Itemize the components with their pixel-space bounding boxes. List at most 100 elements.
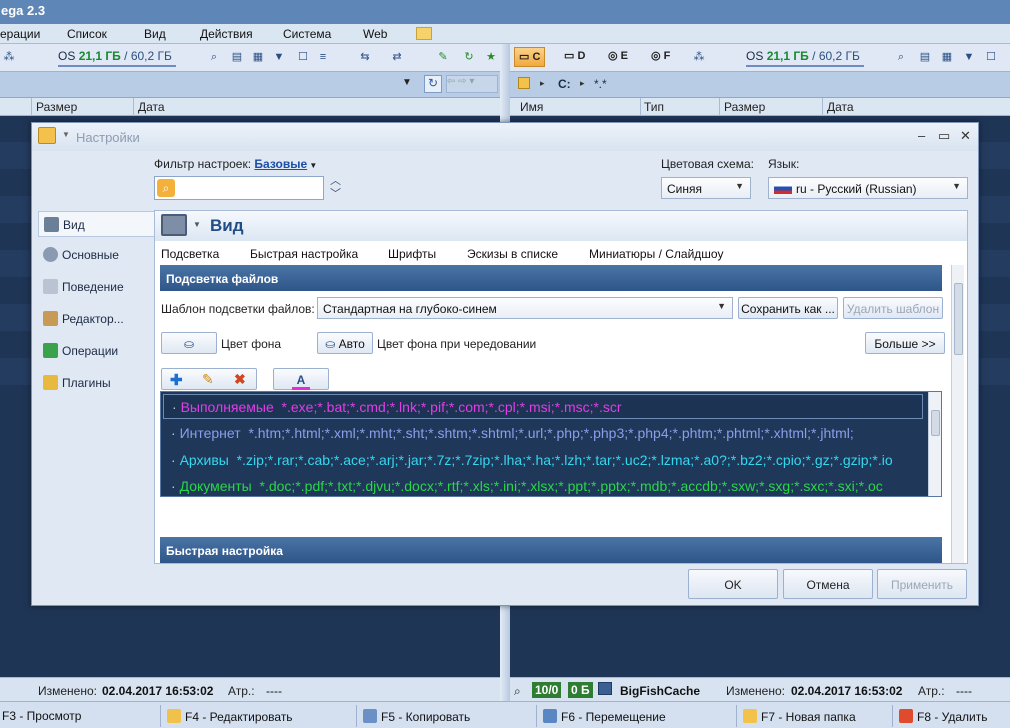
nav-label: Основные xyxy=(62,248,119,262)
dialog-title: Настройки xyxy=(76,130,140,145)
tab-highlight[interactable]: Подсветка xyxy=(161,247,219,261)
template-select[interactable]: Стандартная на глубоко-синем ▼ xyxy=(317,297,733,319)
menu-list[interactable]: Список xyxy=(67,27,107,41)
tab-slideshow[interactable]: Миниатюры / Слайдшоу xyxy=(589,247,723,261)
tab-fonts[interactable]: Шрифты xyxy=(388,247,436,261)
f6-move-button[interactable]: F6 - Перемещение xyxy=(536,705,716,727)
view-icon[interactable]: ▦ xyxy=(251,50,265,64)
menu-web[interactable]: Web xyxy=(363,27,387,41)
search-icon[interactable]: ⌕ xyxy=(514,684,521,699)
apply-button[interactable]: Применить xyxy=(877,569,967,599)
path-mask[interactable]: *.* xyxy=(594,77,607,91)
nav-item-general[interactable]: Основные xyxy=(38,242,156,268)
chevron-down-icon[interactable]: ▼ xyxy=(62,130,70,139)
column-type[interactable]: Тип xyxy=(644,100,664,114)
sort-icon[interactable]: ▤ xyxy=(230,50,244,64)
column-date[interactable]: Дата xyxy=(827,100,854,114)
modified-label: Изменено: xyxy=(38,684,97,698)
page-title: Вид xyxy=(210,216,244,235)
sync-icon[interactable]: ⇄ xyxy=(390,50,404,64)
nav-item-plugins[interactable]: Плагины xyxy=(38,370,156,396)
list-scrollbar[interactable] xyxy=(928,392,941,496)
nav-arrows[interactable]: ⇦ ⇨ ▾ xyxy=(446,75,498,93)
bg-color-button[interactable]: ⛀ xyxy=(161,332,217,354)
add-icon[interactable]: ✚ xyxy=(170,371,183,389)
column-size[interactable]: Размер xyxy=(36,100,77,114)
alt-bg-label: Цвет фона при чередовании xyxy=(377,337,537,351)
comment-icon[interactable]: ☐ xyxy=(296,50,310,64)
save-as-button[interactable]: Сохранить как ... xyxy=(738,297,838,319)
tab-quick-setup[interactable]: Быстрая настройка xyxy=(250,247,358,261)
comment-icon[interactable]: ☐ xyxy=(984,50,998,64)
search-icon[interactable]: ⌕ xyxy=(894,50,908,64)
drive-c-button[interactable]: ▭ C xyxy=(514,47,546,67)
font-color-button[interactable]: A xyxy=(273,368,329,390)
list-item[interactable]: · Выполняемые *.exe;*.bat;*.cmd;*.lnk;*.… xyxy=(163,394,923,419)
pencil-icon[interactable]: ✎ xyxy=(202,371,214,388)
edit-icon[interactable]: ✎ xyxy=(436,50,450,64)
filter-icon[interactable]: ▼ xyxy=(962,50,976,64)
language-select[interactable]: ru - Русский (Russian) ▼ xyxy=(768,177,968,199)
left-disk-info: OS 21,1 ГБ / 60,2 ГБ xyxy=(58,49,176,67)
ok-button[interactable]: OK xyxy=(688,569,778,599)
f8-delete-button[interactable]: F8 - Удалить xyxy=(892,705,1010,727)
list-item[interactable]: · Документы *.doc;*.pdf;*.txt;*.djvu;*.d… xyxy=(163,474,923,499)
delete-template-button[interactable]: Удалить шаблон xyxy=(843,297,943,319)
chevron-right-icon: ▸ xyxy=(540,78,545,88)
columns-icon[interactable]: ≡ xyxy=(316,50,330,64)
nav-item-view[interactable]: Вид xyxy=(38,211,156,237)
search-nav-arrows[interactable]: ︿ ﹀ xyxy=(330,175,341,201)
nav-label: Плагины xyxy=(62,376,111,390)
auto-button[interactable]: ⛀ Авто xyxy=(317,332,373,354)
column-size[interactable]: Размер xyxy=(724,100,765,114)
refresh-icon[interactable]: ↻ xyxy=(424,75,442,93)
path-drive[interactable]: C: xyxy=(558,77,571,91)
menu-system[interactable]: Система xyxy=(283,27,331,41)
minimize-icon[interactable]: – xyxy=(918,128,925,143)
nav-item-behavior[interactable]: Поведение xyxy=(38,274,156,300)
disk-free: 21,1 ГБ xyxy=(766,49,809,63)
nav-item-operations[interactable]: Операции xyxy=(38,338,156,364)
new-tab-icon[interactable] xyxy=(416,27,432,40)
nav-item-editor[interactable]: Редактор... xyxy=(38,306,156,332)
filter-value-link[interactable]: Базовые xyxy=(254,157,307,171)
sort-icon[interactable]: ▤ xyxy=(918,50,932,64)
f5-copy-button[interactable]: F5 - Копировать xyxy=(356,705,532,727)
more-button[interactable]: Больше >> xyxy=(865,332,945,354)
view-icon[interactable]: ▦ xyxy=(940,50,954,64)
chevron-down-icon[interactable]: ▼ xyxy=(402,77,412,88)
close-icon[interactable]: ✕ xyxy=(960,128,971,144)
color-scheme-select[interactable]: Синяя ▼ xyxy=(661,177,751,199)
menu-view[interactable]: Вид xyxy=(144,27,166,41)
network-icon[interactable]: ⁂ xyxy=(2,50,16,64)
list-item[interactable]: · Архивы *.zip;*.rar;*.cab;*.ace;*.arj;*… xyxy=(163,448,923,473)
column-date[interactable]: Дата xyxy=(138,100,165,114)
settings-search-input[interactable]: ⌕ xyxy=(154,176,324,200)
column-name[interactable]: Имя xyxy=(520,100,543,114)
search-icon: ⌕ xyxy=(157,179,175,197)
attr-label: Атр.: xyxy=(228,684,255,698)
search-icon[interactable]: ⌕ xyxy=(207,50,221,64)
f3-view-button[interactable]: F3 - Просмотр xyxy=(0,705,145,727)
drive-d-button[interactable]: ▭ D xyxy=(560,47,589,67)
maximize-icon[interactable]: ▭ xyxy=(938,128,950,144)
content-scrollbar[interactable] xyxy=(951,265,964,563)
drive-f-button[interactable]: ◎ F xyxy=(647,47,674,67)
star-icon[interactable]: ★ xyxy=(484,50,498,64)
modified-label: Изменено: xyxy=(726,684,785,698)
cancel-button[interactable]: Отмена xyxy=(783,569,873,599)
list-item[interactable]: · Интернет *.htm;*.html;*.xml;*.mht;*.sh… xyxy=(163,421,923,446)
chevron-down-icon[interactable]: ▼ xyxy=(193,220,201,229)
tab-thumbnails[interactable]: Эскизы в списке xyxy=(467,247,558,261)
refresh-icon[interactable]: ↻ xyxy=(462,50,476,64)
compare-icon[interactable]: ⇆ xyxy=(358,50,372,64)
network-icon[interactable]: ⁂ xyxy=(692,50,706,64)
drive-e-button[interactable]: ◎ E xyxy=(604,47,632,67)
filter-icon[interactable]: ▼ xyxy=(272,50,286,64)
f4-edit-button[interactable]: F4 - Редактировать xyxy=(160,705,336,727)
delete-icon[interactable]: ✖ xyxy=(234,371,246,388)
menu-operations[interactable]: ерации xyxy=(0,27,40,41)
menu-actions[interactable]: Действия xyxy=(200,27,253,41)
f7-newfolder-button[interactable]: F7 - Новая папка xyxy=(736,705,882,727)
highlight-rules-list[interactable]: · Выполняемые *.exe;*.bat;*.cmd;*.lnk;*.… xyxy=(160,391,942,497)
